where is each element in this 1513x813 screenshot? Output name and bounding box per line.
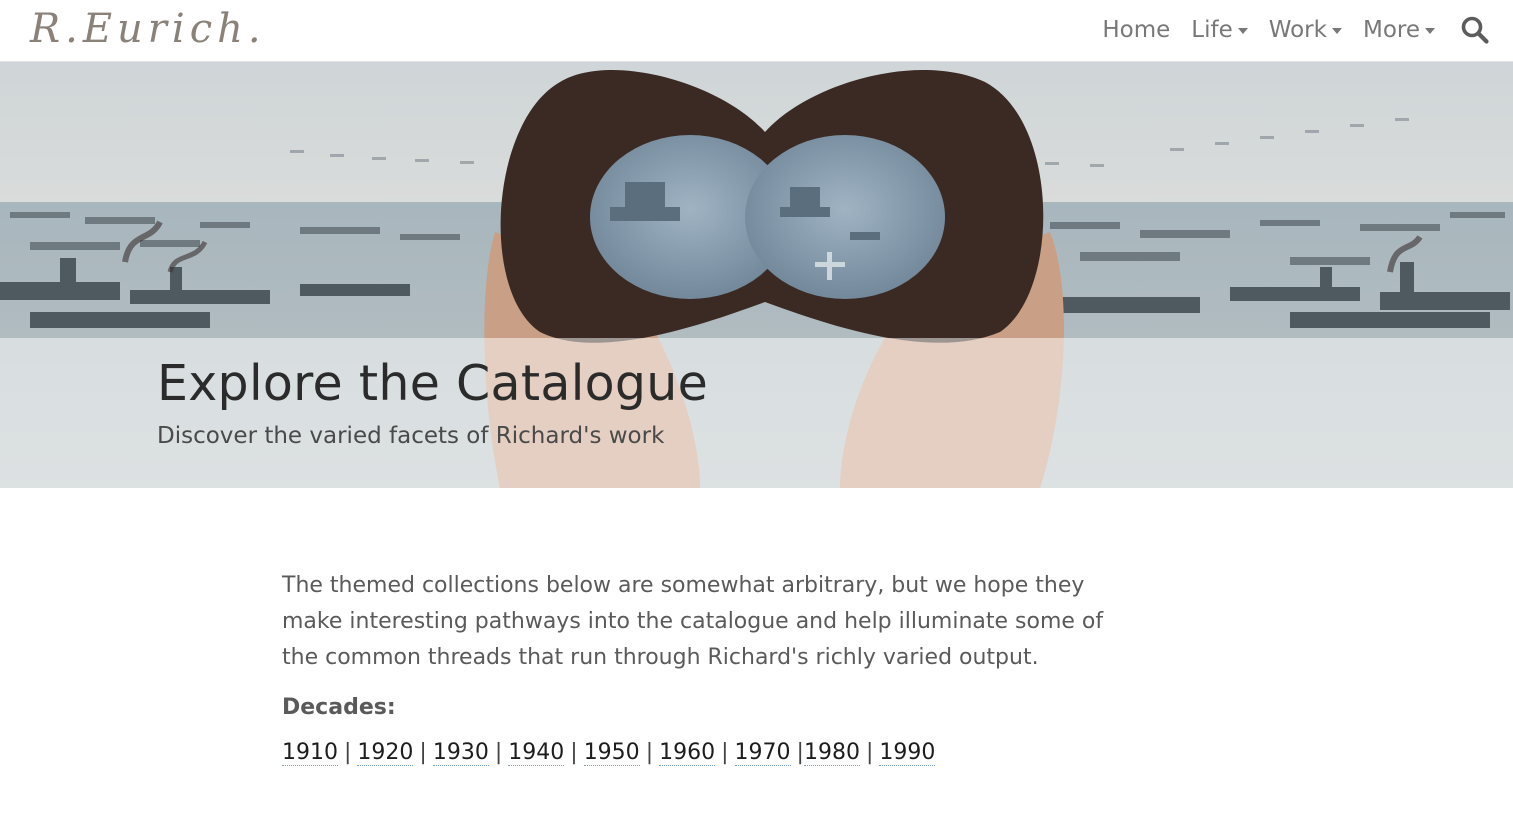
nav-item-label: Home bbox=[1102, 17, 1171, 43]
page-title: Explore the Catalogue bbox=[157, 355, 709, 412]
decades-heading: Decades: bbox=[282, 695, 396, 720]
nav-item-label: Work bbox=[1268, 17, 1327, 43]
link-separator: | bbox=[796, 740, 804, 765]
decade-link-1960[interactable]: 1960 bbox=[659, 740, 716, 766]
search-button[interactable] bbox=[1459, 14, 1491, 46]
link-separator: | bbox=[865, 740, 874, 765]
brand-logo[interactable]: R.Eurich. bbox=[30, 4, 266, 54]
navbar: R.Eurich. Home Life Work More bbox=[0, 0, 1513, 62]
link-separator: | bbox=[344, 740, 352, 765]
nav-item-more[interactable]: More bbox=[1363, 17, 1435, 43]
decade-link-1950[interactable]: 1950 bbox=[583, 740, 640, 766]
decade-link-1920[interactable]: 1920 bbox=[357, 740, 414, 766]
caret-down-icon bbox=[1425, 28, 1435, 34]
decades-link-list: 1910 | 1920 | 1930 | 1940 | 1950 | 1960 | 1970 |1980 |… bbox=[282, 740, 1122, 766]
caret-down-icon bbox=[1331, 28, 1342, 34]
link-separator: | bbox=[645, 740, 654, 765]
page-subtitle: Discover the varied facets of Richard's … bbox=[157, 423, 665, 449]
link-separator: | bbox=[494, 740, 503, 765]
decade-link-1910[interactable]: 1910 bbox=[282, 740, 338, 766]
caret-down-icon bbox=[1237, 28, 1248, 34]
intro-paragraph: The themed collections below are somewha… bbox=[282, 573, 1104, 670]
search-icon bbox=[1461, 16, 1489, 44]
main-nav: Home Life Work More bbox=[1081, 0, 1435, 60]
link-separator: | bbox=[721, 740, 729, 765]
decade-link-1930[interactable]: 1930 bbox=[432, 740, 489, 766]
link-separator: | bbox=[419, 740, 427, 765]
nav-item-work[interactable]: Work bbox=[1269, 17, 1342, 43]
nav-item-label: More bbox=[1362, 17, 1420, 43]
decade-link-1970[interactable]: 1970 bbox=[734, 740, 791, 766]
decade-link-1990[interactable]: 1990 bbox=[879, 740, 936, 766]
link-separator: | bbox=[570, 740, 578, 765]
nav-item-home[interactable]: Home bbox=[1102, 17, 1170, 43]
main-content: The themed collections below are somewha… bbox=[282, 568, 1122, 766]
nav-item-life[interactable]: Life bbox=[1191, 17, 1248, 43]
hero-banner: Explore the Catalogue Discover the varie… bbox=[0, 62, 1513, 488]
decade-link-1940[interactable]: 1940 bbox=[508, 740, 565, 766]
nav-item-label: Life bbox=[1191, 17, 1233, 43]
decade-link-1980[interactable]: 1980 bbox=[803, 740, 860, 766]
